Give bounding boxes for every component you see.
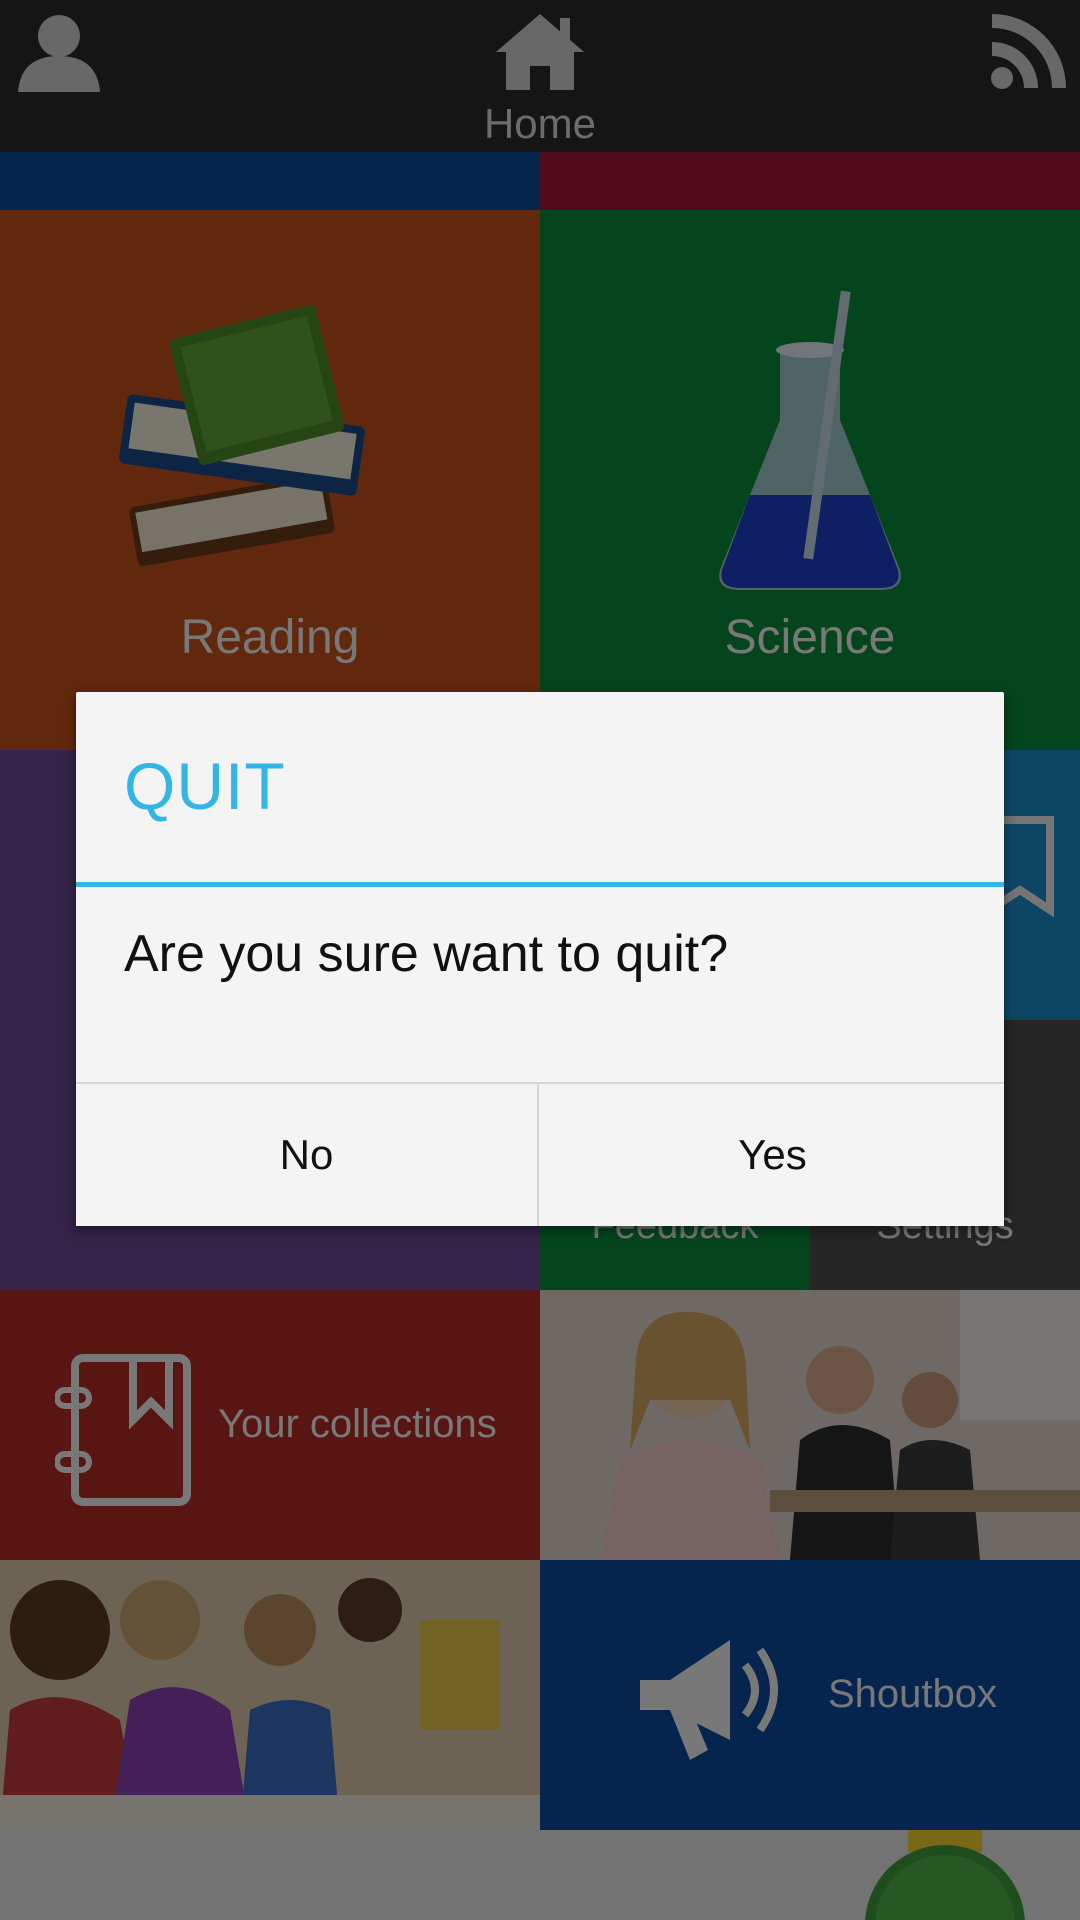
no-button[interactable]: No [76,1084,539,1226]
home-screen: Home Reading Science [0,0,1080,1920]
dialog-buttons: No Yes [76,1082,1004,1226]
quit-dialog: QUIT Are you sure want to quit? No Yes [76,692,1004,1226]
dialog-divider [76,882,1004,887]
dialog-message: Are you sure want to quit? [124,925,729,983]
yes-button[interactable]: Yes [541,1084,1004,1226]
dialog-title: QUIT [124,749,286,823]
